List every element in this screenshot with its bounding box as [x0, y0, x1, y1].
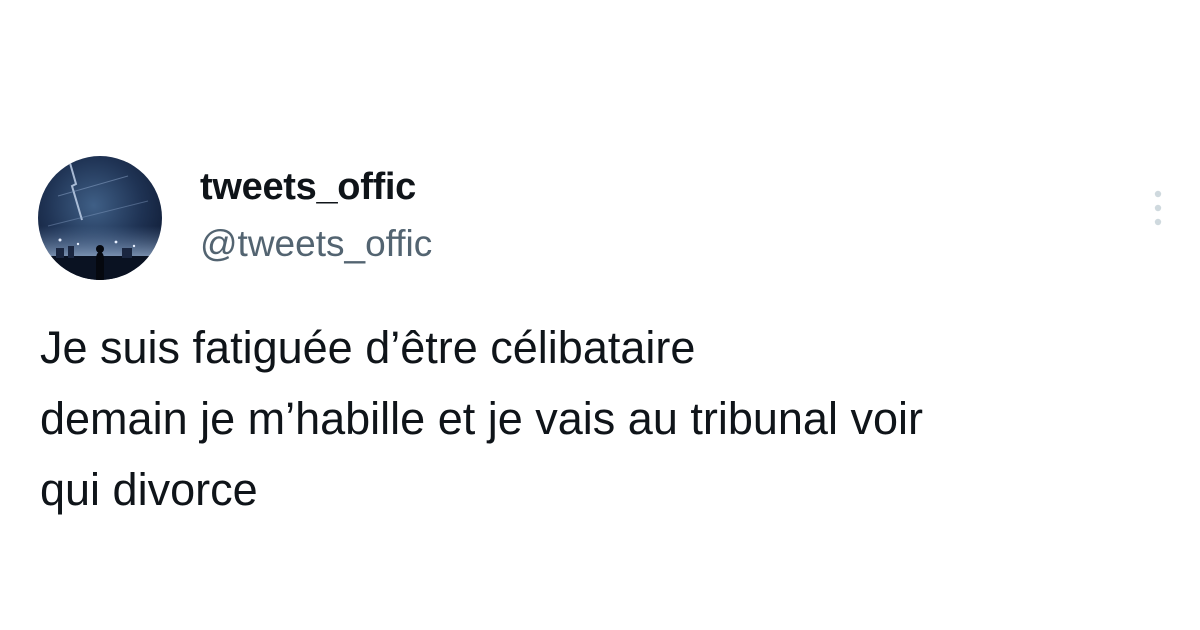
tweet-text: Je suis fatiguée d’être célibataire dema…: [40, 312, 1190, 525]
author-display-name[interactable]: tweets_offic: [200, 165, 416, 209]
tweet-text-line: qui divorce: [40, 464, 258, 515]
tweet-text-line: Je suis fatiguée d’être célibataire: [40, 322, 696, 373]
tweet-card: tweets_offic @tweets_offic Je suis fatig…: [0, 0, 1200, 630]
tweet-text-line: demain je m’habille et je vais au tribun…: [40, 393, 923, 444]
night-sky-avatar-icon: [38, 156, 162, 280]
avatar[interactable]: [38, 156, 162, 280]
more-vertical-icon: [1154, 190, 1162, 226]
author-handle[interactable]: @tweets_offic: [200, 222, 432, 266]
more-options-button[interactable]: [1146, 186, 1170, 230]
